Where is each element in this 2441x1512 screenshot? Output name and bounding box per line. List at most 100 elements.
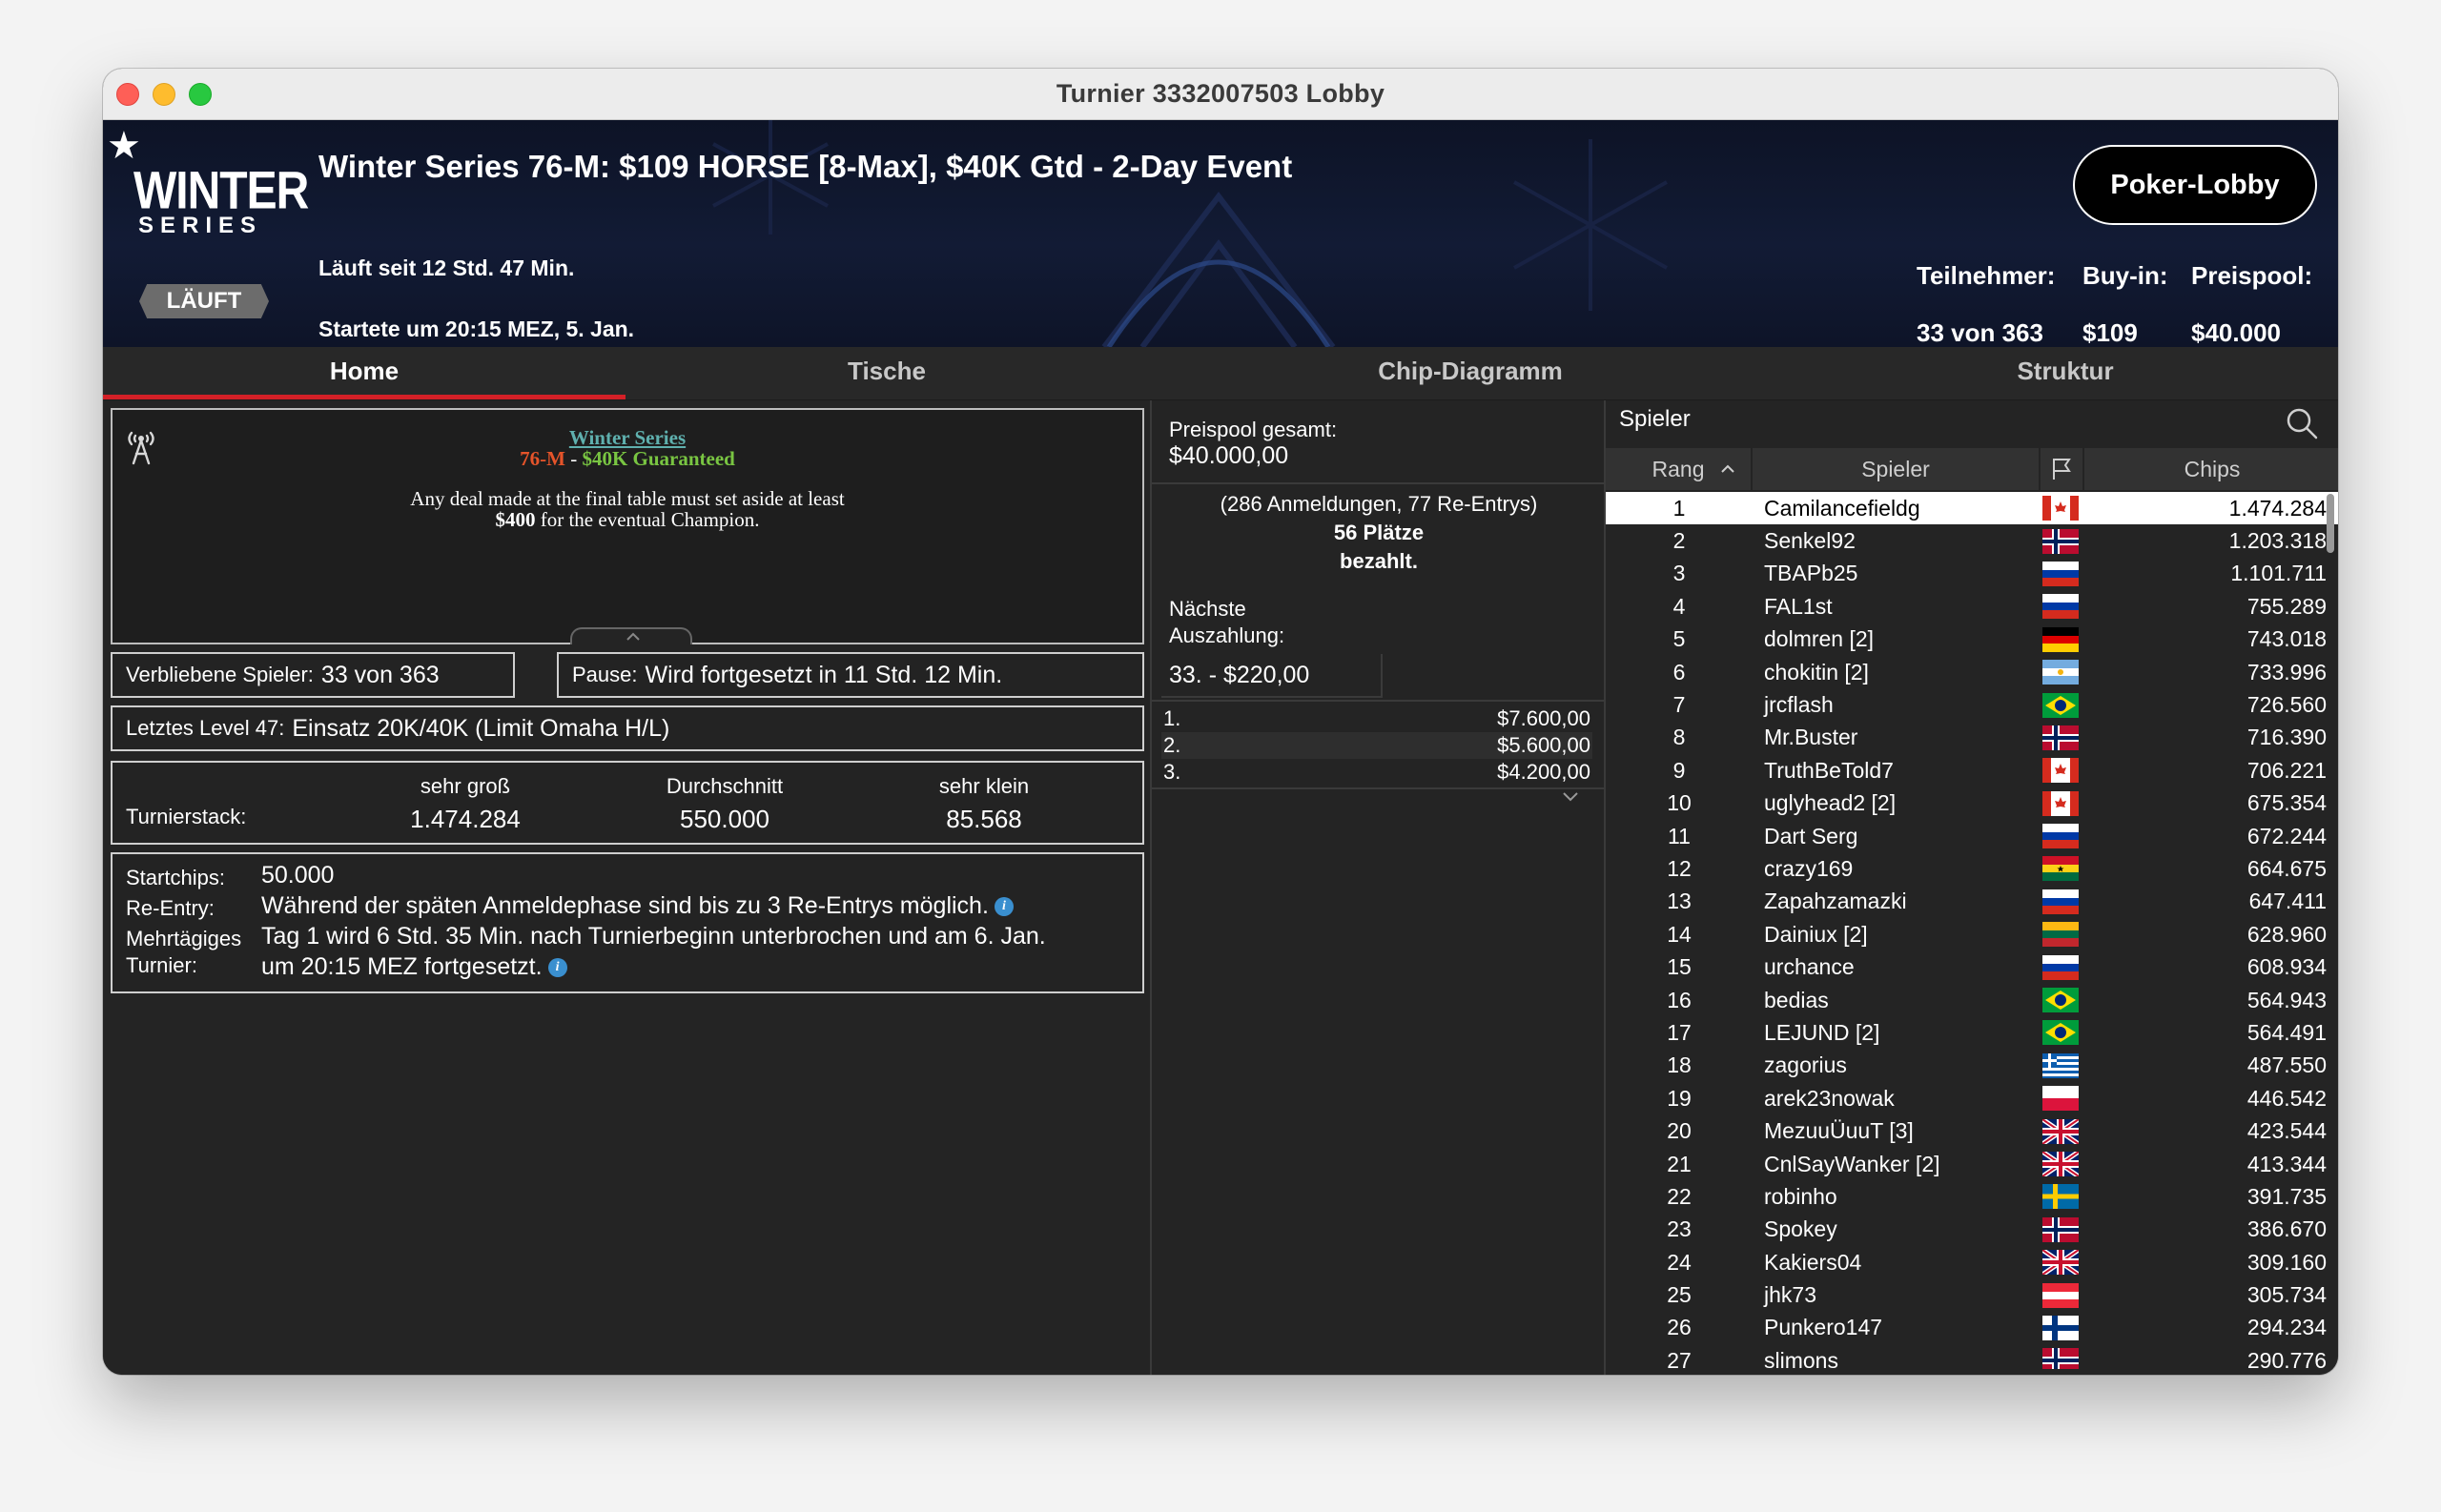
country-flag-icon <box>2041 1020 2081 1046</box>
country-flag-icon <box>2041 528 2081 554</box>
buyin-label: Buy-in: <box>2082 261 2168 290</box>
country-flag-icon <box>2041 660 2081 685</box>
player-name: Kakiers04 <box>1764 1249 1862 1275</box>
table-row[interactable]: 21 CnlSayWanker [2] 413.344 <box>1606 1148 2338 1180</box>
tab-home[interactable]: Home <box>103 347 626 399</box>
table-row[interactable]: 4 FAL1st 755.289 <box>1606 590 2338 623</box>
table-row[interactable]: 6 chokitin [2] 733.996 <box>1606 656 2338 688</box>
search-icon[interactable] <box>2285 406 2319 440</box>
player-rank: 14 <box>1667 921 1692 947</box>
player-chips: 664.675 <box>2246 855 2327 881</box>
remaining-players-box: Verbliebene Spieler: 33 von 363 <box>111 652 515 698</box>
player-name: jrcflash <box>1764 692 1834 718</box>
country-flag-icon <box>2041 824 2081 849</box>
player-chips: 309.160 <box>2246 1249 2327 1275</box>
player-name: dolmren [2] <box>1764 626 1875 652</box>
announcement-series: Winter Series <box>568 426 687 449</box>
table-row[interactable]: 1 Camilancefieldg 1.474.284 <box>1606 492 2338 525</box>
table-row[interactable]: 2 Senkel92 1.203.318 <box>1606 524 2338 557</box>
country-flag-icon <box>2041 561 2081 586</box>
table-row[interactable]: 24 Kakiers04 309.160 <box>1606 1246 2338 1278</box>
player-name: MezuuÜuuT [3] <box>1764 1118 1914 1144</box>
stack-smallest-label: sehr klein <box>938 774 1030 798</box>
player-name: TBAPb25 <box>1764 561 1858 586</box>
table-row[interactable]: 17 LEJUND [2] 564.491 <box>1606 1016 2338 1049</box>
player-chips: 564.943 <box>2246 987 2327 1012</box>
poker-lobby-button[interactable]: Poker-Lobby <box>2073 145 2317 225</box>
player-name: FAL1st <box>1764 593 1833 619</box>
table-row[interactable]: 25 jhk73 305.734 <box>1606 1278 2338 1311</box>
players-scrollbar[interactable] <box>2327 494 2334 553</box>
zoom-button[interactable] <box>189 83 212 106</box>
country-flag-icon <box>2041 988 2081 1013</box>
player-rank: 9 <box>1672 757 1686 783</box>
table-row[interactable]: 26 Punkero147 294.234 <box>1606 1312 2338 1344</box>
player-rank: 3 <box>1672 561 1686 586</box>
table-row[interactable]: 19 arek23nowak 446.542 <box>1606 1082 2338 1114</box>
player-name: jhk73 <box>1764 1282 1816 1308</box>
table-row[interactable]: 9 TruthBeTold7 706.221 <box>1606 754 2338 787</box>
chips-column-header[interactable]: Chips <box>2084 448 2338 490</box>
player-name: Senkel92 <box>1764 528 1856 554</box>
table-row[interactable]: 10 uglyhead2 [2] 675.354 <box>1606 787 2338 820</box>
table-row[interactable]: 16 bedias 564.943 <box>1606 984 2338 1016</box>
player-name: urchance <box>1764 954 1855 980</box>
multiday-value-1: Tag 1 wird 6 Std. 35 Min. nach Turnierbe… <box>261 923 1046 950</box>
player-rank: 8 <box>1672 725 1686 750</box>
announcement-guarantee: $40K Guaranteed <box>582 447 735 470</box>
table-row[interactable]: 14 Dainiux [2] 628.960 <box>1606 918 2338 950</box>
pause-value: Wird fortgesetzt in 11 Std. 12 Min. <box>645 661 1003 688</box>
player-name: TruthBeTold7 <box>1764 757 1894 783</box>
table-row[interactable]: 20 MezuuÜuuT [3] 423.544 <box>1606 1114 2338 1147</box>
country-flag-icon <box>2041 790 2081 816</box>
player-rank: 24 <box>1667 1249 1692 1275</box>
tab-chip-diagramm[interactable]: Chip-Diagramm <box>1148 347 1793 399</box>
tab-tische[interactable]: Tische <box>626 347 1148 399</box>
country-flag-icon <box>2041 1052 2081 1078</box>
table-row[interactable]: 27 slimons 290.776 <box>1606 1344 2338 1369</box>
country-flag-icon <box>2041 856 2081 882</box>
info-icon[interactable]: i <box>547 958 567 978</box>
country-flag-icon <box>2041 954 2081 980</box>
table-row[interactable]: 11 Dart Serg 672.244 <box>1606 820 2338 852</box>
player-chips: 564.491 <box>2246 1019 2327 1045</box>
table-row[interactable]: 5 dolmren [2] 743.018 <box>1606 623 2338 656</box>
chevron-down-icon[interactable] <box>1558 789 1583 805</box>
multiday-label-2: Turnier: <box>126 953 197 977</box>
table-row[interactable]: 3 TBAPb25 1.101.711 <box>1606 558 2338 590</box>
player-column-header[interactable]: Spieler <box>1753 448 2041 490</box>
table-row[interactable]: 22 robinho 391.735 <box>1606 1180 2338 1213</box>
player-name: arek23nowak <box>1764 1085 1895 1111</box>
player-name: crazy169 <box>1764 855 1854 881</box>
country-flag-icon <box>2041 594 2081 620</box>
table-row[interactable]: 8 Mr.Buster 716.390 <box>1606 722 2338 754</box>
table-row[interactable]: 12 crazy169 664.675 <box>1606 852 2338 885</box>
payout-place: 2. <box>1163 733 1181 757</box>
prize-total-value: $40.000,00 <box>1169 442 1289 469</box>
chips-header-label: Chips <box>2184 456 2241 481</box>
country-flag-icon <box>2041 692 2081 718</box>
minimize-button[interactable] <box>153 83 175 106</box>
player-rank: 7 <box>1672 692 1686 718</box>
payout-place: 1. <box>1163 706 1181 730</box>
info-icon[interactable]: i <box>994 897 1014 917</box>
player-name: Camilancefieldg <box>1764 495 1920 521</box>
running-time: Läuft seit 12 Std. 47 Min. <box>318 255 575 280</box>
paid-places: 56 Plätze <box>1333 521 1425 544</box>
table-row[interactable]: 23 Spokey 386.670 <box>1606 1214 2338 1246</box>
multiday-value-row: um 20:15 MEZ fortgesetzt. i <box>261 953 567 981</box>
divider <box>1152 787 1606 789</box>
table-row[interactable]: 13 Zapahzamazki 647.411 <box>1606 886 2338 918</box>
country-flag-icon <box>2041 1315 2081 1340</box>
players-panel: Spieler Rang Spieler Chips 1 Camilancefie… <box>1604 400 2338 1375</box>
participants-label: Teilnehmer: <box>1917 261 2056 290</box>
table-row[interactable]: 7 jrcflash 726.560 <box>1606 688 2338 721</box>
next-payout-label-1: Nächste <box>1169 597 1246 621</box>
rank-column-header[interactable]: Rang <box>1606 448 1753 490</box>
tab-struktur[interactable]: Struktur <box>1793 347 2338 399</box>
collapse-toggle[interactable] <box>570 627 692 644</box>
table-row[interactable]: 18 zagorius 487.550 <box>1606 1050 2338 1082</box>
country-column-header[interactable] <box>2041 448 2084 490</box>
table-row[interactable]: 15 urchance 608.934 <box>1606 950 2338 983</box>
close-button[interactable] <box>116 83 139 106</box>
